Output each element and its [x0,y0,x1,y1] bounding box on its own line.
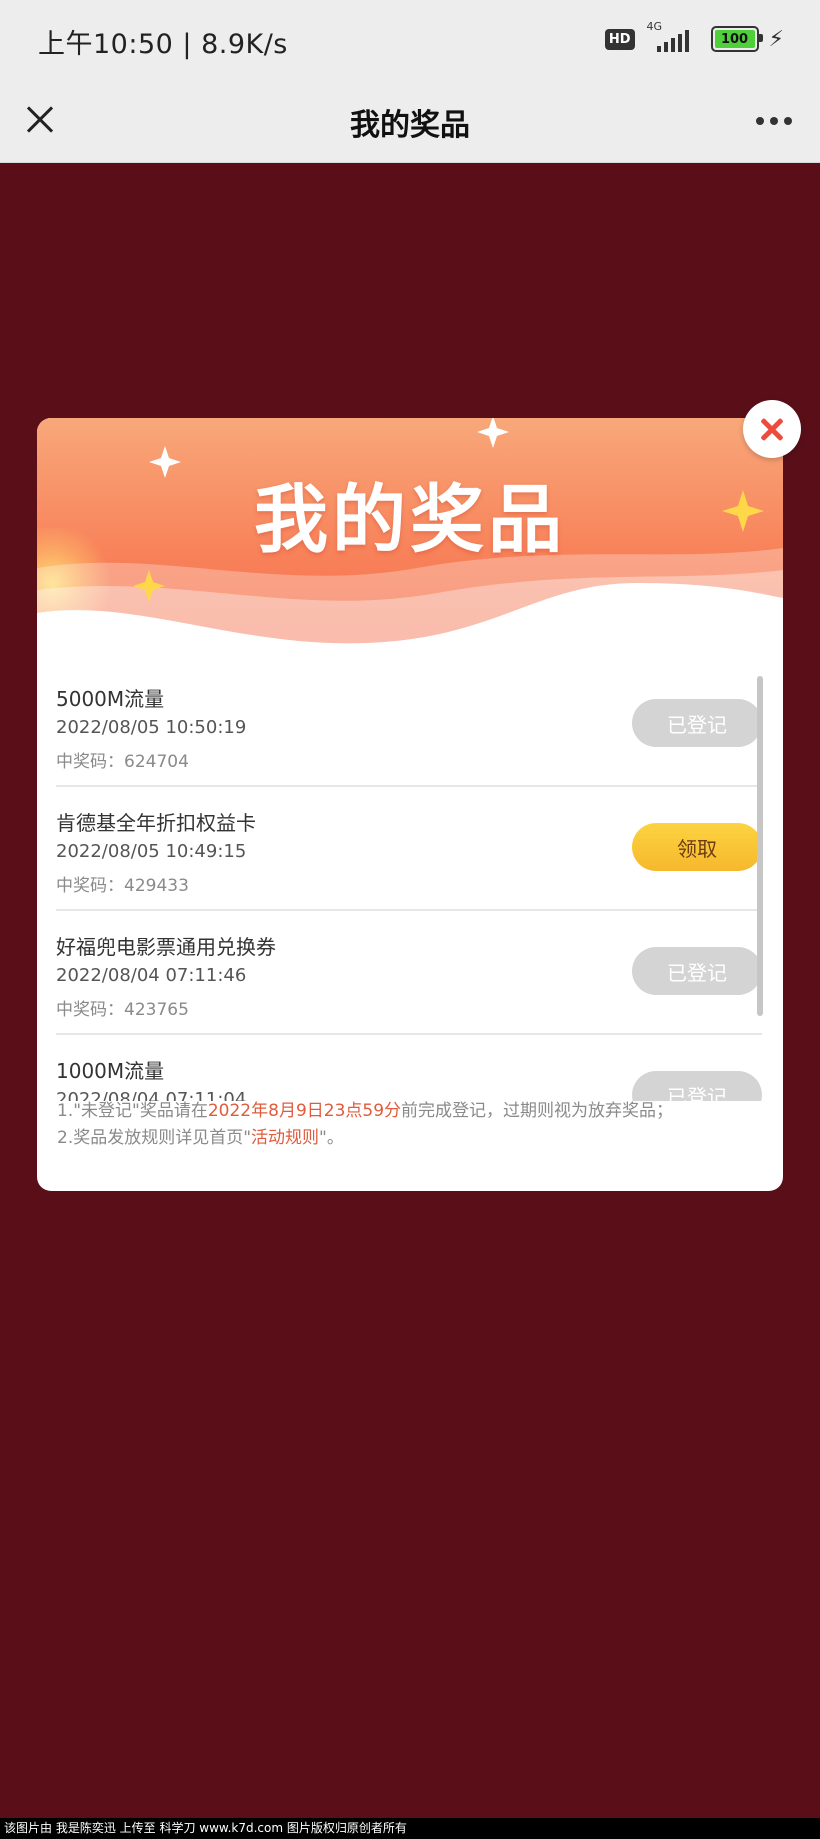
page-title: 我的奖品 [350,108,470,143]
prize-time: 2022/08/05 10:50:19 [56,717,247,738]
deadline-text: 2022年8月9日23点59分 [207,1101,402,1121]
prize-list[interactable]: 5000M流量 2022/08/05 10:50:19 中奖码：624704 已… [56,663,762,1101]
rules-notes: 1."未登记"奖品请在2022年8月9日23点59分前完成登记，过期则视为放弃奖… [57,1098,767,1152]
prizes-modal: 我的奖品 5000M流量 2022/08/05 10:50:19 中奖码：624… [37,418,783,1191]
note-line-2: 2.奖品发放规则详见首页"活动规则"。 [57,1125,767,1152]
nav-bar: 我的奖品 [0,80,820,163]
prize-time: 2022/08/05 10:49:15 [56,841,247,862]
hd-badge: HD [604,28,635,50]
status-time: 上午10:50 | 8.9K/s [38,29,288,60]
prize-name: 好福兜电影票通用兑换券 [56,935,276,959]
list-item: 好福兜电影票通用兑换券 2022/08/04 07:11:46 中奖码：4237… [56,911,762,1035]
registered-button[interactable]: 已登记 [632,1071,762,1101]
rules-link[interactable]: 活动规则 [251,1128,319,1148]
list-item: 5000M流量 2022/08/05 10:50:19 中奖码：624704 已… [56,663,762,787]
note-text: 前完成登记，过期则视为放弃奖品； [401,1101,674,1121]
battery-level: 100 [720,31,749,47]
prize-name: 肯德基全年折扣权益卡 [56,811,256,835]
modal-title: 我的奖品 [254,477,566,563]
status-icons: HD 4G 100 ⚡ [604,20,784,54]
prize-code: 中奖码：423765 [56,1000,189,1020]
list-item: 1000M流量 2022/08/04 07:11:04 已登记 [56,1035,762,1101]
battery-icon: 100 [710,26,763,52]
registered-button[interactable]: 已登记 [632,947,762,995]
prize-time: 2022/08/04 07:11:46 [56,965,247,986]
charging-icon: ⚡ [768,26,784,52]
modal-header: 我的奖品 [37,418,783,663]
prize-code: 中奖码：624704 [56,752,189,772]
note-line-1: 1."未登记"奖品请在2022年8月9日23点59分前完成登记，过期则视为放弃奖… [57,1098,767,1125]
watermark-footer: 该图片由 我是陈奕迅 上传至 科学刀 www.k7d.com 图片版权归原创者所… [0,1818,820,1839]
list-item: 肯德基全年折扣权益卡 2022/08/05 10:49:15 中奖码：42943… [56,787,762,911]
sparkle-icon [477,418,509,448]
registered-button[interactable]: 已登记 [632,699,762,747]
note-text: "。 [319,1128,344,1148]
claim-button[interactable]: 领取 [632,823,762,871]
prize-name: 5000M流量 [56,687,165,711]
more-icon[interactable] [756,117,792,125]
signal-icon: 4G [645,20,701,54]
prize-code: 中奖码：429433 [56,876,189,896]
prize-name: 1000M流量 [56,1059,165,1083]
status-bar: 上午10:50 | 8.9K/s HD 4G 100 ⚡ [0,0,820,80]
note-text: 2.奖品发放规则详见首页" [57,1128,252,1148]
note-text: 1."未登记"奖品请在 [57,1101,208,1121]
modal-close-button[interactable] [743,400,801,458]
scrollbar[interactable] [757,676,763,1016]
